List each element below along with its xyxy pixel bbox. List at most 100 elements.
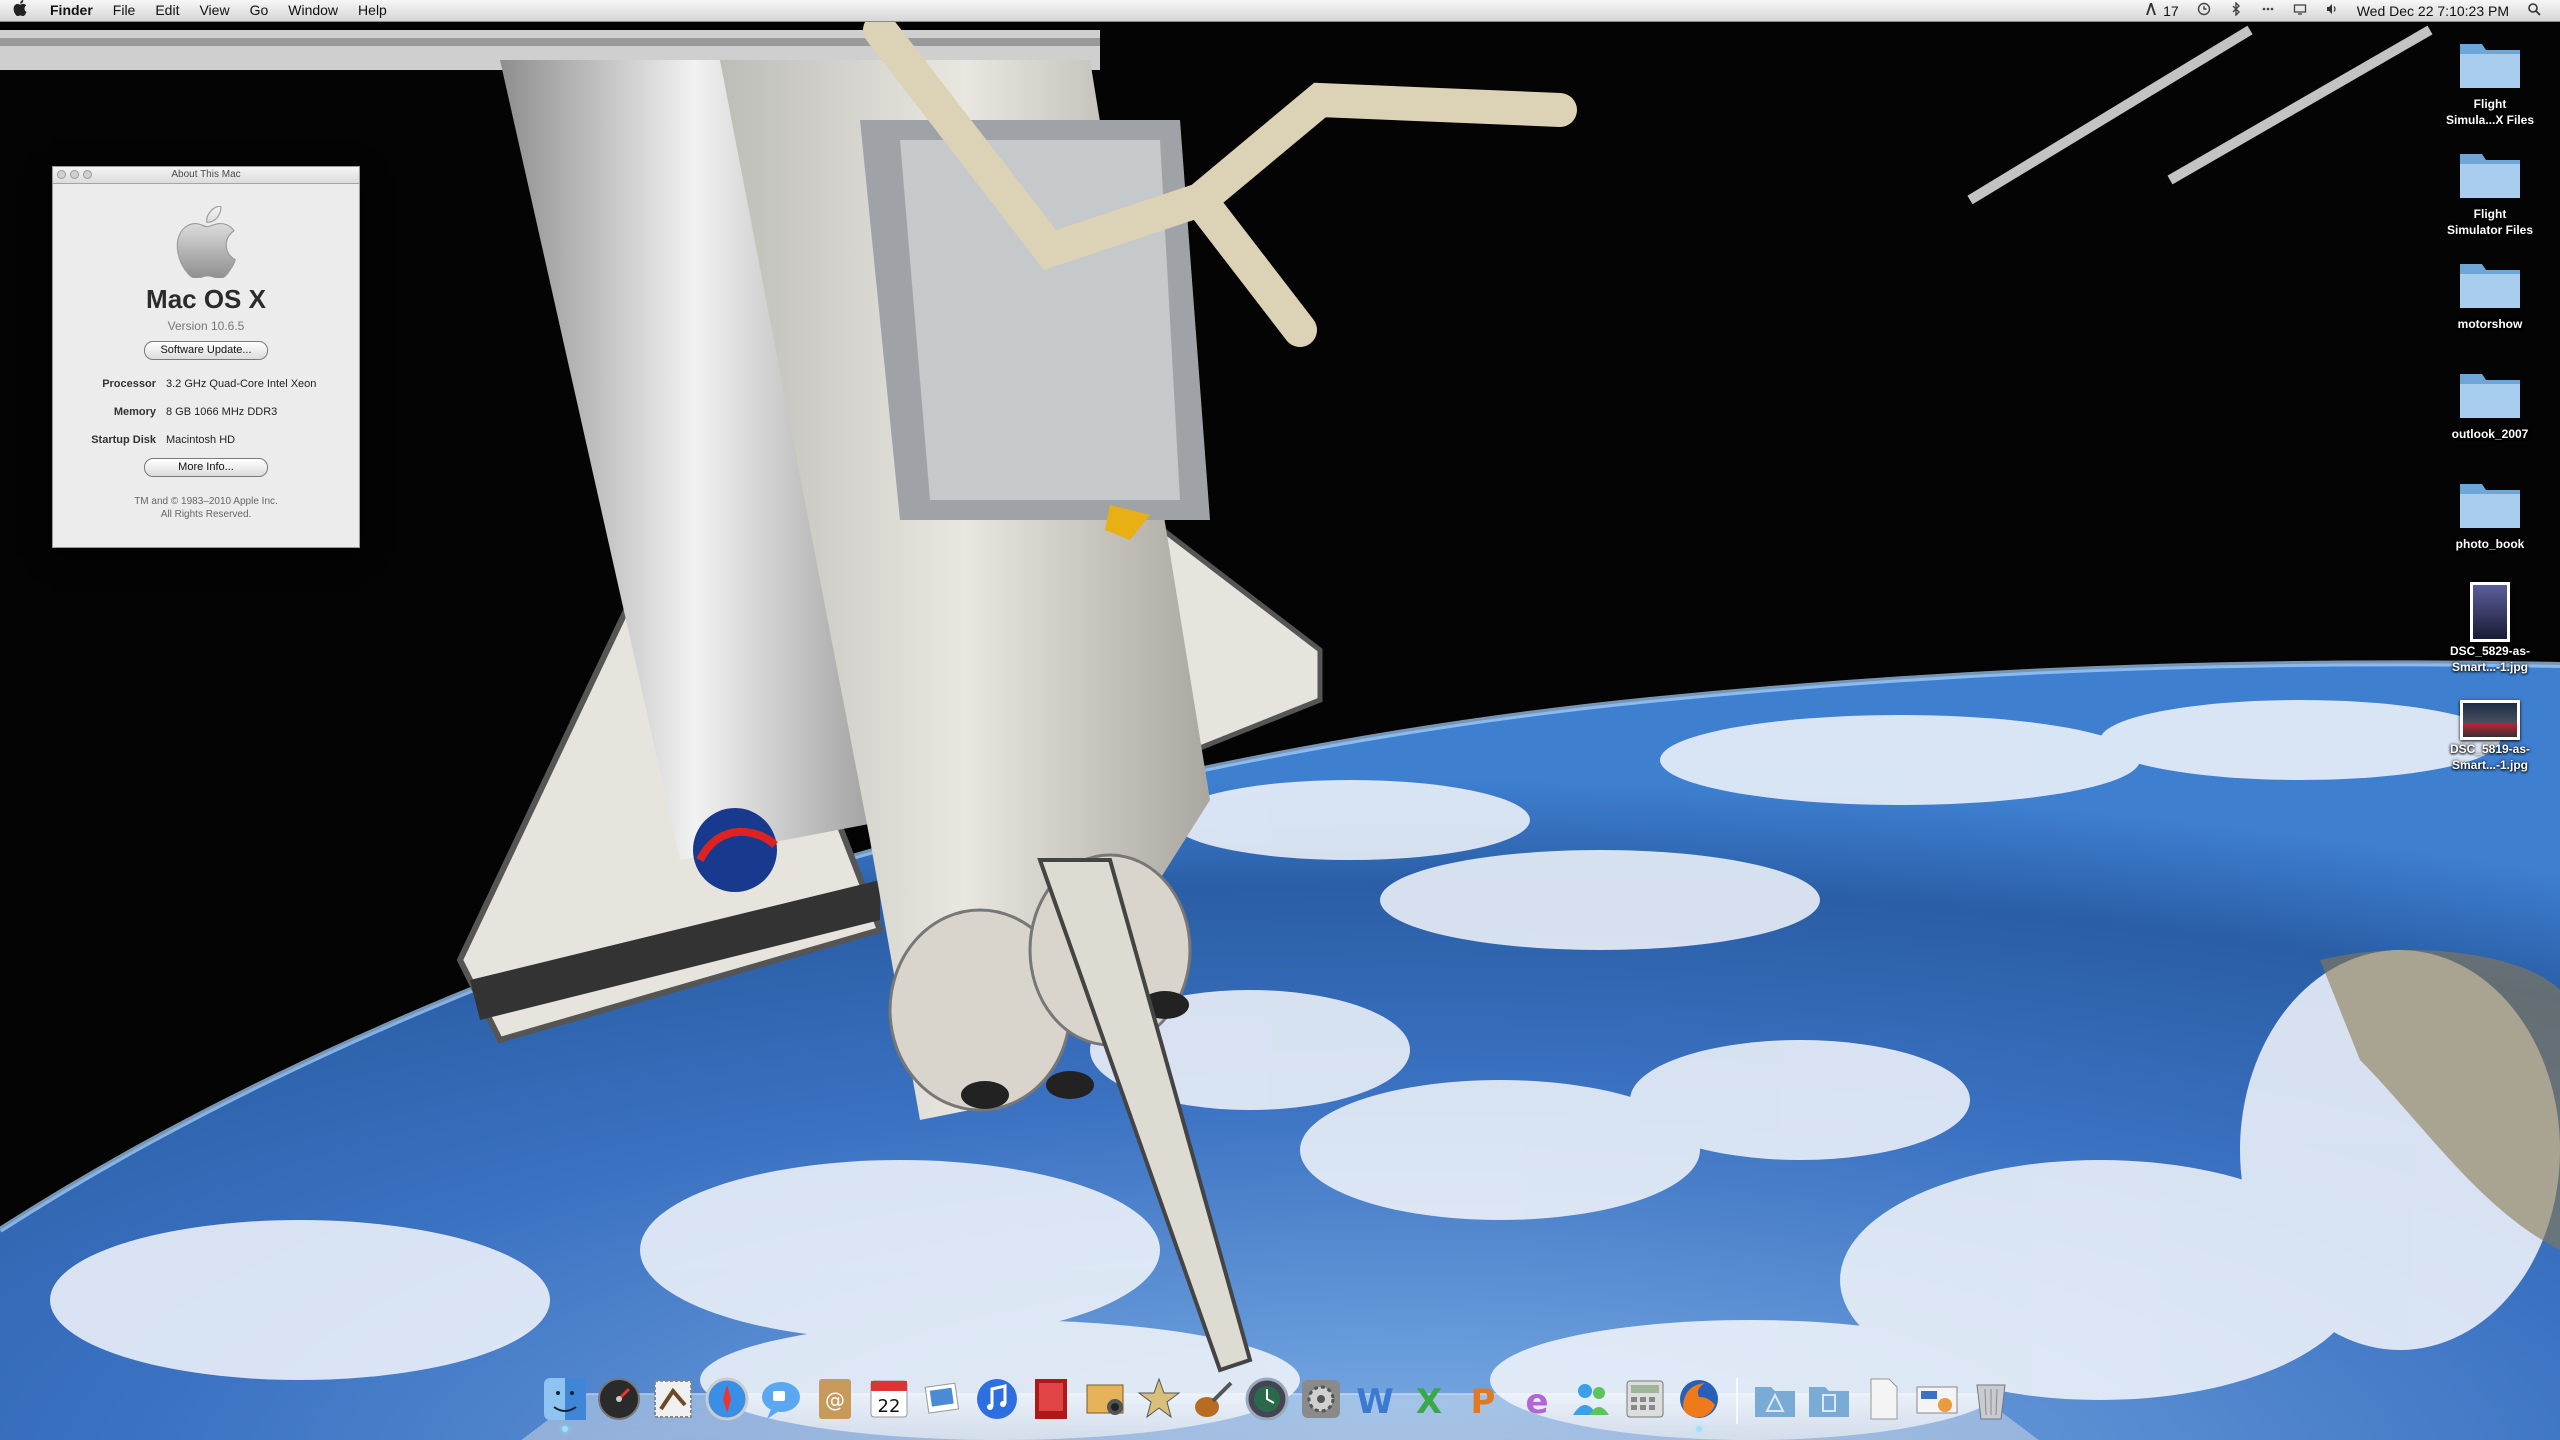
desktop-file-dsc-5819[interactable]: DSC_5819-as- Smart...-1.jpg	[2420, 700, 2560, 772]
spec-key: Startup Disk	[91, 434, 156, 446]
safari-icon[interactable]	[702, 1374, 752, 1424]
desktop-folder-outlook-2007[interactable]: outlook_2007	[2420, 366, 2560, 441]
copyright-line: TM and © 1983–2010 Apple Inc.	[134, 496, 278, 507]
about-this-mac-window: About This Mac Mac OS X Version 10.6.5 S…	[52, 166, 360, 548]
desktop-icon-label: photo_book	[2455, 537, 2525, 551]
menu-help[interactable]: Help	[348, 0, 397, 21]
display-status-icon[interactable]	[2284, 2, 2316, 19]
clock[interactable]: Wed Dec 22 7:10:23 PM	[2348, 3, 2518, 19]
zoom-button[interactable]	[83, 170, 92, 179]
desktop-folder-photo-book[interactable]: photo_book	[2420, 476, 2560, 551]
adobe-icon	[2146, 3, 2157, 15]
menu-window[interactable]: Window	[278, 0, 348, 21]
os-version: Version 10.6.5	[167, 319, 245, 333]
mail-stamp-icon[interactable]	[648, 1374, 698, 1424]
time-machine-status-icon[interactable]	[2188, 2, 2220, 19]
address-book-icon[interactable]: @	[810, 1374, 860, 1424]
ichat-icon[interactable]	[756, 1374, 806, 1424]
entourage-icon[interactable]: e	[1512, 1374, 1562, 1424]
spotlight-icon[interactable]	[2518, 2, 2550, 19]
spec-value: Macintosh HD	[166, 434, 236, 446]
spec-value: 8 GB 1066 MHz DDR3	[166, 406, 278, 418]
dock: @ 22 W X P e	[540, 1368, 2016, 1424]
file-icon[interactable]	[1858, 1374, 1908, 1424]
imovie-icon[interactable]	[1134, 1374, 1184, 1424]
image-thumbnail-icon	[2460, 700, 2520, 740]
minimize-button[interactable]	[70, 170, 79, 179]
ical-icon[interactable]: 22	[864, 1374, 914, 1424]
bluetooth-status-icon[interactable]	[2220, 2, 2252, 19]
copyright-line: All Rights Reserved.	[160, 509, 252, 520]
image-capture-icon[interactable]	[1080, 1374, 1130, 1424]
running-indicator-firefox	[1696, 1426, 1702, 1432]
apple-menu-icon[interactable]	[0, 0, 40, 21]
word-icon[interactable]: W	[1350, 1374, 1400, 1424]
ical-day: 22	[878, 1396, 901, 1417]
desktop-icon-label: motorshow	[2457, 317, 2523, 331]
iphoto-icon[interactable]	[918, 1374, 968, 1424]
menu-edit[interactable]: Edit	[145, 0, 189, 21]
excel-icon[interactable]: X	[1404, 1374, 1454, 1424]
garageband-icon[interactable]	[1188, 1374, 1238, 1424]
apple-logo-icon	[176, 206, 236, 278]
desktop-folder-flight-simulator-files[interactable]: Flight Simulator Files	[2420, 146, 2560, 237]
documents-stack-icon[interactable]	[1804, 1374, 1854, 1424]
desktop-icon-label: outlook_2007	[2451, 427, 2529, 441]
menu-file[interactable]: File	[103, 0, 146, 21]
folder-icon	[2460, 44, 2520, 88]
window-title: About This Mac	[171, 169, 241, 180]
time-machine-icon[interactable]	[1242, 1374, 1292, 1424]
menu-view[interactable]: View	[189, 0, 239, 21]
desktop-icon-label: Smart...-1.jpg	[2451, 660, 2528, 674]
more-info-button[interactable]: More Info...	[144, 458, 268, 477]
menu-go[interactable]: Go	[240, 0, 279, 21]
desktop-icon-label: Flight	[2473, 97, 2507, 111]
desktop-folder-flight-simulator-x-files[interactable]: Flight Simula...X Files	[2420, 36, 2560, 127]
calculator-icon[interactable]	[1620, 1374, 1670, 1424]
adobe-updater-status[interactable]: 17	[2136, 2, 2187, 19]
menu-extras: 17 Wed Dec 22 7:10:23 PM	[2136, 2, 2560, 19]
spec-key: Memory	[113, 406, 156, 418]
software-update-button[interactable]: Software Update...	[144, 341, 268, 360]
applications-stack-icon[interactable]	[1750, 1374, 1800, 1424]
adobe-badge: 17	[2163, 3, 2179, 19]
svg-text:e: e	[1525, 1382, 1548, 1422]
desktop-folder-motorshow[interactable]: motorshow	[2420, 256, 2560, 331]
preview-icon[interactable]	[1912, 1374, 1962, 1424]
window-controls	[57, 170, 92, 179]
folder-icon	[2460, 374, 2520, 418]
svg-text:@: @	[825, 1388, 845, 1412]
desktop-icon-label: Simula...X Files	[2445, 113, 2535, 127]
menu-finder[interactable]: Finder	[40, 0, 103, 21]
desktop: Finder File Edit View Go Window Help 17	[0, 0, 2560, 1440]
spec-value: 3.2 GHz Quad-Core Intel Xeon	[166, 378, 317, 390]
system-preferences-icon[interactable]	[1296, 1374, 1346, 1424]
dashboard-icon[interactable]	[594, 1374, 644, 1424]
messenger-icon[interactable]	[1566, 1374, 1616, 1424]
photo-booth-icon[interactable]	[1026, 1374, 1076, 1424]
desktop-icon-label: Smart...-1.jpg	[2451, 758, 2528, 772]
itunes-icon[interactable]	[972, 1374, 1022, 1424]
running-indicator-finder	[562, 1426, 568, 1432]
close-button[interactable]	[57, 170, 66, 179]
folder-icon	[2460, 264, 2520, 308]
volume-icon[interactable]	[2316, 2, 2348, 19]
folder-icon	[2460, 154, 2520, 198]
more-status-icon[interactable]	[2252, 2, 2284, 19]
desktop-icon-label: Simulator Files	[2446, 223, 2534, 237]
desktop-icon-label: DSC_5829-as-	[2449, 644, 2531, 658]
os-name: Mac OS X	[146, 284, 266, 314]
trash-icon[interactable]	[1966, 1374, 2016, 1424]
folder-icon	[2460, 484, 2520, 528]
powerpoint-icon[interactable]: P	[1458, 1374, 1508, 1424]
svg-text:W: W	[1356, 1382, 1394, 1422]
finder-icon[interactable]	[540, 1374, 590, 1424]
desktop-icon-label: Flight	[2473, 207, 2507, 221]
spec-memory: Memory 8 GB 1066 MHz DDR3	[53, 406, 359, 434]
window-titlebar[interactable]: About This Mac	[53, 167, 359, 184]
desktop-icon-label: DSC_5819-as-	[2449, 742, 2531, 756]
desktop-file-dsc-5829[interactable]: DSC_5829-as- Smart...-1.jpg	[2420, 582, 2560, 674]
spec-key: Processor	[102, 378, 156, 390]
firefox-icon[interactable]	[1674, 1374, 1724, 1424]
copyright: TM and © 1983–2010 Apple Inc. All Rights…	[53, 495, 359, 521]
